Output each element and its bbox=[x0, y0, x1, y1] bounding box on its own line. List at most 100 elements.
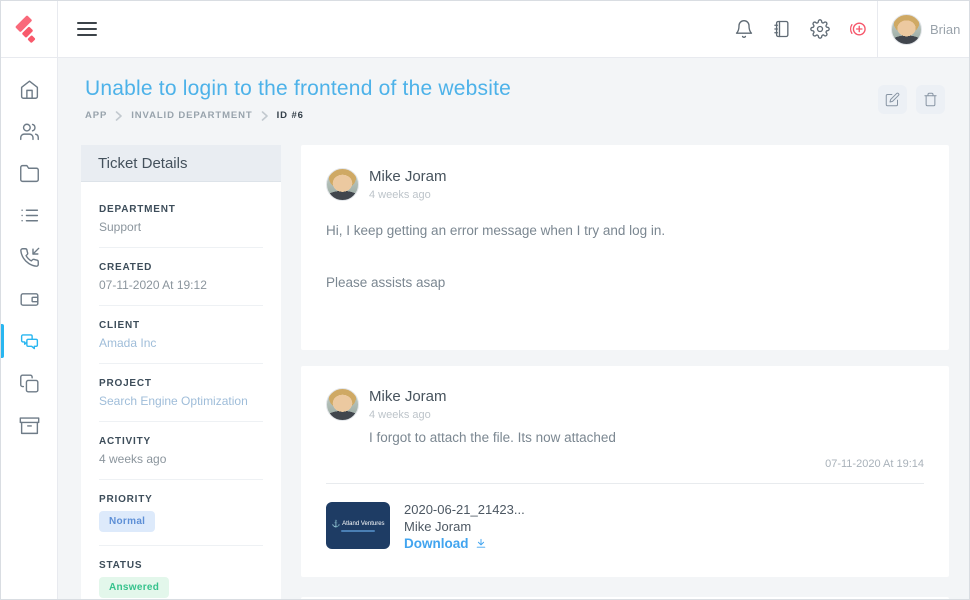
chevron-right-icon bbox=[115, 111, 123, 121]
message-body-line: I forgot to attach the file. Its now att… bbox=[369, 430, 924, 445]
field-label: ACTIVITY bbox=[99, 436, 263, 447]
message-author: Mike Joram bbox=[369, 168, 447, 185]
divider bbox=[99, 363, 263, 364]
breadcrumb-app[interactable]: APP bbox=[85, 110, 107, 121]
users-icon bbox=[19, 121, 40, 142]
sidebar-item-tasks[interactable] bbox=[1, 194, 57, 236]
field-value: Support bbox=[99, 220, 263, 234]
field-client: CLIENT Amada Inc bbox=[99, 320, 263, 350]
message-author: Mike Joram bbox=[369, 388, 924, 405]
message-card-partial bbox=[301, 597, 949, 599]
quick-add-icon[interactable] bbox=[839, 1, 877, 57]
field-value: 07-11-2020 At 19:12 bbox=[99, 278, 263, 292]
field-label: PROJECT bbox=[99, 378, 263, 389]
attachment-filename: 2020-06-21_21423... bbox=[404, 502, 525, 517]
hamburger-menu-icon[interactable] bbox=[58, 1, 116, 57]
sidebar-item-calls[interactable] bbox=[1, 236, 57, 278]
sidebar-item-messages[interactable] bbox=[1, 320, 57, 362]
divider bbox=[99, 421, 263, 422]
documents-icon bbox=[19, 373, 40, 394]
field-project: PROJECT Search Engine Optimization bbox=[99, 378, 263, 408]
message-time: 4 weeks ago bbox=[369, 409, 924, 421]
delete-ticket-icon-button[interactable] bbox=[916, 85, 945, 114]
settings-gear-icon[interactable] bbox=[801, 1, 839, 57]
attachment-row: ⚓ Atland Ventures 2020-06-21_21423... Mi… bbox=[326, 502, 924, 551]
field-label: CLIENT bbox=[99, 320, 263, 331]
divider bbox=[99, 247, 263, 248]
field-priority: PRIORITY Normal bbox=[99, 494, 263, 532]
home-icon bbox=[19, 79, 40, 100]
divider bbox=[99, 545, 263, 546]
user-menu[interactable]: Brian bbox=[877, 1, 969, 57]
message-body-line: Please assists asap bbox=[326, 275, 924, 290]
message-card: Mike Joram 4 weeks ago Hi, I keep gettin… bbox=[301, 145, 949, 350]
message-thread: Mike Joram 4 weeks ago Hi, I keep gettin… bbox=[301, 145, 949, 599]
message-time: 4 weeks ago bbox=[369, 189, 447, 201]
field-value: 4 weeks ago bbox=[99, 452, 263, 466]
priority-badge: Normal bbox=[99, 511, 155, 532]
app-window: Brian bbox=[0, 0, 970, 600]
field-status: STATUS Answered bbox=[99, 560, 263, 598]
field-label: DEPARTMENT bbox=[99, 204, 263, 215]
user-avatar bbox=[891, 14, 922, 45]
attachment-uploader: Mike Joram bbox=[404, 519, 525, 534]
ticket-details-header: Ticket Details bbox=[81, 145, 281, 182]
topbar: Brian bbox=[1, 1, 969, 58]
attachment-download-link[interactable]: Download bbox=[404, 536, 525, 551]
ticket-details-panel: Ticket Details DEPARTMENT Support CREATE… bbox=[81, 145, 281, 599]
message-card: Mike Joram 4 weeks ago I forgot to attac… bbox=[301, 366, 949, 577]
message-timestamp: 07-11-2020 At 19:14 bbox=[326, 458, 924, 470]
breadcrumb-department[interactable]: INVALID DEPARTMENT bbox=[131, 110, 252, 121]
message-author-avatar bbox=[326, 388, 359, 421]
app-logo[interactable] bbox=[1, 1, 58, 57]
user-name: Brian bbox=[930, 22, 960, 37]
anchor-icon: ⚓ bbox=[331, 520, 340, 528]
field-department: DEPARTMENT Support bbox=[99, 204, 263, 234]
download-icon bbox=[474, 537, 488, 551]
sidebar-item-clients[interactable] bbox=[1, 110, 57, 152]
field-label: PRIORITY bbox=[99, 494, 263, 505]
field-created: CREATED 07-11-2020 At 19:12 bbox=[99, 262, 263, 292]
sidebar-item-home[interactable] bbox=[1, 68, 57, 110]
message-author-avatar bbox=[326, 168, 359, 201]
project-link[interactable]: Search Engine Optimization bbox=[99, 394, 263, 408]
download-label: Download bbox=[404, 536, 469, 551]
archive-icon bbox=[19, 415, 40, 436]
field-activity: ACTIVITY 4 weeks ago bbox=[99, 436, 263, 466]
trash-icon bbox=[923, 92, 938, 107]
field-label: STATUS bbox=[99, 560, 263, 571]
divider bbox=[99, 305, 263, 306]
attachment-thumbnail[interactable]: ⚓ Atland Ventures bbox=[326, 502, 390, 549]
topbar-spacer bbox=[116, 1, 725, 57]
chat-bubbles-icon bbox=[19, 331, 40, 352]
notifications-bell-icon[interactable] bbox=[725, 1, 763, 57]
attachment-tagline-bar bbox=[341, 530, 375, 532]
sidebar-item-documents[interactable] bbox=[1, 362, 57, 404]
phone-incoming-icon bbox=[19, 247, 40, 268]
chevron-right-icon bbox=[261, 111, 269, 121]
divider bbox=[99, 479, 263, 480]
hamburger-bars bbox=[77, 22, 97, 36]
wallet-icon bbox=[19, 289, 40, 310]
attachment-brand: ⚓ Atland Ventures bbox=[331, 520, 384, 528]
field-label: CREATED bbox=[99, 262, 263, 273]
divider bbox=[326, 483, 924, 484]
logo-icon bbox=[14, 14, 44, 44]
sidebar-item-projects[interactable] bbox=[1, 152, 57, 194]
sidebar-nav bbox=[1, 58, 58, 599]
attachment-brand-text: Atland Ventures bbox=[342, 521, 384, 527]
status-badge: Answered bbox=[99, 577, 169, 598]
main-content: Unable to login to the frontend of the w… bbox=[58, 58, 969, 599]
page-title: Unable to login to the frontend of the w… bbox=[85, 77, 511, 101]
edit-pencil-icon bbox=[885, 92, 900, 107]
edit-ticket-icon-button[interactable] bbox=[878, 85, 907, 114]
message-body-line: Hi, I keep getting an error message when… bbox=[326, 223, 924, 238]
list-icon bbox=[19, 205, 40, 226]
notebook-icon[interactable] bbox=[763, 1, 801, 57]
folder-icon bbox=[19, 163, 40, 184]
client-link[interactable]: Amada Inc bbox=[99, 336, 263, 350]
sidebar-item-archive[interactable] bbox=[1, 404, 57, 446]
breadcrumb-ticket-id: ID #6 bbox=[277, 110, 304, 121]
breadcrumb: APP INVALID DEPARTMENT ID #6 bbox=[85, 110, 511, 121]
sidebar-item-payments[interactable] bbox=[1, 278, 57, 320]
